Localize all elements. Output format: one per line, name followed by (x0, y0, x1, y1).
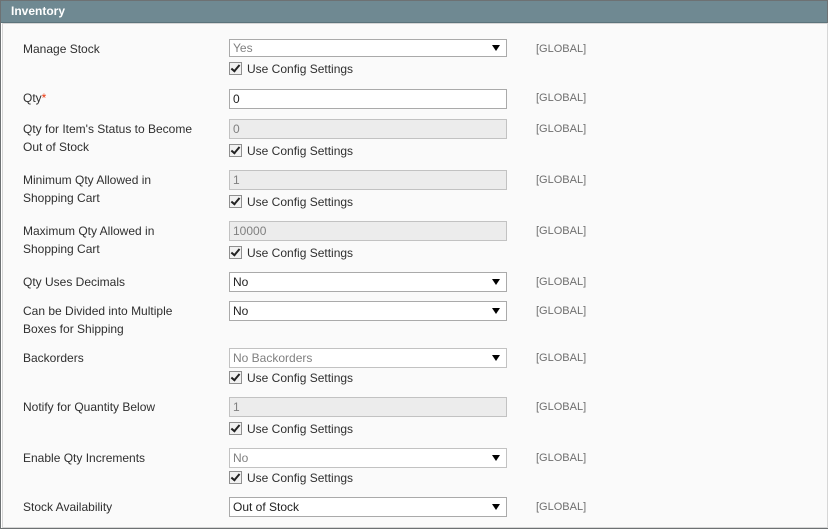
chevron-down-icon (492, 279, 500, 285)
use-config-label: Use Config Settings (247, 246, 354, 260)
backorders-scope: [GLOBAL] (536, 352, 587, 364)
notify-qty-below-input[interactable]: 1 (229, 397, 507, 417)
out-of-stock-threshold-scope: [GLOBAL] (536, 123, 587, 135)
notify-qty-below-label: Notify for Quantity Below (23, 400, 156, 414)
use-config-label: Use Config Settings (247, 371, 354, 385)
label-line: Minimum Qty Allowed in (23, 173, 152, 187)
chevron-down-icon (492, 504, 500, 510)
stock-availability-select[interactable]: Out of Stock (229, 497, 507, 517)
qty-value: 0 (233, 92, 240, 106)
stock-availability-value: Out of Stock (233, 500, 300, 514)
checkbox-checked-icon[interactable] (229, 62, 242, 75)
use-config-label: Use Config Settings (247, 471, 354, 485)
qty-uses-decimals-scope: [GLOBAL] (536, 276, 587, 288)
label-line: Boxes for Shipping (23, 322, 124, 336)
max-qty-label: Maximum Qty Allowed in Shopping Cart (23, 222, 213, 258)
notify-qty-below-value: 1 (233, 400, 240, 414)
stock-availability-label: Stock Availability (23, 500, 113, 514)
manage-stock-label: Manage Stock (23, 42, 100, 56)
label-line: Can be Divided into Multiple (23, 304, 173, 318)
qty-uses-decimals-select[interactable]: No (229, 272, 507, 292)
backorders-label: Backorders (23, 351, 84, 365)
max-qty-value: 10000 (233, 224, 267, 238)
notify-qty-below-scope: [GLOBAL] (536, 401, 587, 413)
divided-shipping-label: Can be Divided into Multiple Boxes for S… (23, 302, 213, 338)
enable-qty-increments-scope: [GLOBAL] (536, 452, 587, 464)
manage-stock-value: Yes (233, 41, 253, 55)
out-of-stock-threshold-value: 0 (233, 122, 240, 136)
min-qty-label: Minimum Qty Allowed in Shopping Cart (23, 171, 213, 207)
section-header[interactable]: Inventory (1, 1, 827, 23)
max-qty-input[interactable]: 10000 (229, 221, 507, 241)
qty-label: Qty* (23, 89, 213, 107)
manage-stock-select[interactable]: Yes (229, 39, 507, 57)
out-of-stock-threshold-input[interactable]: 0 (229, 119, 507, 139)
use-config-label: Use Config Settings (247, 422, 354, 436)
enable-qty-increments-select[interactable]: No (229, 448, 507, 468)
min-qty-scope: [GLOBAL] (536, 174, 587, 186)
divided-shipping-select[interactable]: No (229, 301, 507, 321)
inventory-panel: Inventory Manage Stock Yes [GLOBAL] Use … (0, 0, 828, 529)
checkbox-checked-icon[interactable] (229, 422, 242, 435)
use-config-label: Use Config Settings (247, 144, 354, 158)
chevron-down-icon (492, 308, 500, 314)
checkbox-checked-icon[interactable] (229, 371, 242, 384)
label-line: Maximum Qty Allowed in (23, 224, 155, 238)
label-line: Qty for Item's Status to Become (23, 122, 193, 136)
use-config-label: Use Config Settings (247, 195, 354, 209)
divided-shipping-value: No (233, 304, 249, 318)
backorders-select[interactable]: No Backorders (229, 348, 507, 368)
label-line: Out of Stock (23, 140, 90, 154)
min-qty-input[interactable]: 1 (229, 170, 507, 190)
checkbox-checked-icon[interactable] (229, 195, 242, 208)
chevron-down-icon (492, 355, 500, 361)
min-qty-value: 1 (233, 173, 240, 187)
manage-stock-scope: [GLOBAL] (536, 43, 587, 55)
qty-uses-decimals-value: No (233, 275, 249, 289)
checkbox-checked-icon[interactable] (229, 144, 242, 157)
required-asterisk: * (41, 91, 47, 105)
label-line: Shopping Cart (23, 191, 100, 205)
stock-availability-scope: [GLOBAL] (536, 501, 587, 513)
label-line: Shopping Cart (23, 242, 100, 256)
max-qty-scope: [GLOBAL] (536, 225, 587, 237)
out-of-stock-threshold-label: Qty for Item's Status to Become Out of S… (23, 120, 213, 156)
qty-uses-decimals-label: Qty Uses Decimals (23, 275, 126, 289)
enable-qty-increments-value: No (233, 451, 249, 465)
qty-label-text: Qty (23, 91, 42, 105)
qty-input[interactable]: 0 (229, 89, 507, 109)
divided-shipping-scope: [GLOBAL] (536, 305, 587, 317)
chevron-down-icon (492, 45, 500, 51)
section-title: Inventory (11, 4, 66, 18)
checkbox-checked-icon[interactable] (229, 471, 242, 484)
use-config-label: Use Config Settings (247, 62, 354, 76)
checkbox-checked-icon[interactable] (229, 246, 242, 259)
enable-qty-increments-label: Enable Qty Increments (23, 451, 146, 465)
qty-scope: [GLOBAL] (536, 92, 587, 104)
backorders-value: No Backorders (233, 351, 313, 365)
chevron-down-icon (492, 455, 500, 461)
